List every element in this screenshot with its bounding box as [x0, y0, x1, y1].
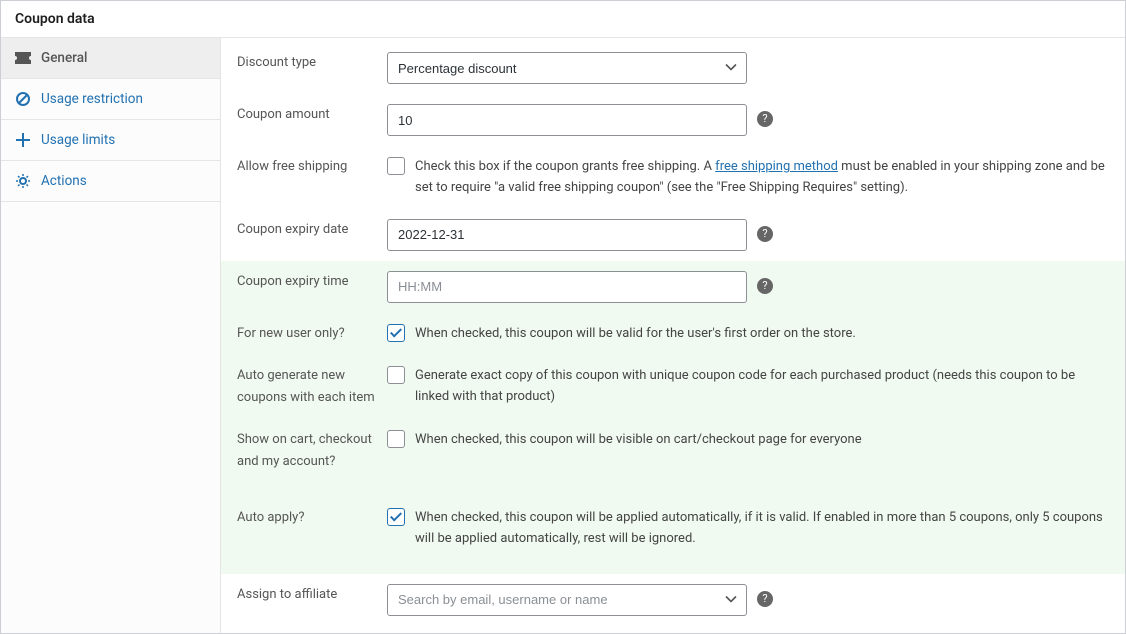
- label-expiry-time: Coupon expiry time: [237, 271, 387, 293]
- auto-apply-checkbox[interactable]: [387, 508, 405, 526]
- new-user-text: When checked, this coupon will be valid …: [415, 323, 856, 344]
- label-auto-generate: Auto generate new coupons with each item: [237, 365, 387, 409]
- field-free-shipping: Allow free shipping Check this box if th…: [221, 146, 1125, 209]
- free-shipping-checkbox[interactable]: [387, 157, 405, 175]
- show-cart-text: When checked, this coupon will be visibl…: [415, 429, 862, 450]
- label-new-user: For new user only?: [237, 323, 387, 345]
- vertical-tabs: General Usage restriction: [1, 38, 221, 633]
- label-free-shipping: Allow free shipping: [237, 156, 387, 178]
- discount-type-select[interactable]: Percentage discount: [387, 52, 747, 84]
- label-expiry-date: Coupon expiry date: [237, 219, 387, 241]
- coupon-amount-input[interactable]: [387, 104, 747, 136]
- auto-generate-checkbox[interactable]: [387, 366, 405, 384]
- adjust-icon: [15, 133, 31, 147]
- ban-icon: [15, 92, 31, 106]
- help-icon[interactable]: ?: [757, 278, 773, 294]
- label-assign-affiliate: Assign to affiliate: [237, 584, 387, 606]
- ticket-icon: [15, 52, 31, 64]
- help-icon[interactable]: ?: [757, 591, 773, 607]
- tab-label: General: [41, 50, 87, 66]
- tab-label: Actions: [41, 173, 87, 189]
- label-coupon-amount: Coupon amount: [237, 104, 387, 126]
- field-coupon-amount: Coupon amount ?: [221, 94, 1125, 146]
- field-auto-apply: Auto apply? When checked, this coupon wi…: [221, 483, 1125, 574]
- show-cart-checkbox[interactable]: [387, 430, 405, 448]
- free-shipping-text: Check this box if the coupon grants free…: [415, 156, 1107, 199]
- field-expiry-time: Coupon expiry time ?: [221, 261, 1125, 313]
- field-show-cart: Show on cart, checkout and my account? W…: [221, 419, 1125, 483]
- auto-generate-text: Generate exact copy of this coupon with …: [415, 365, 1107, 408]
- free-shipping-link[interactable]: free shipping method: [715, 159, 838, 174]
- field-assign-affiliate: Assign to affiliate Search by email, use…: [221, 574, 1125, 626]
- field-discount-type: Discount type Percentage discount: [221, 42, 1125, 94]
- field-auto-generate: Auto generate new coupons with each item…: [221, 355, 1125, 419]
- panel-body: General Usage restriction: [1, 38, 1125, 633]
- tab-general[interactable]: General: [1, 38, 220, 79]
- expiry-date-input[interactable]: [387, 219, 747, 251]
- panel-title: Coupon data: [1, 1, 1125, 38]
- help-icon[interactable]: ?: [757, 111, 773, 127]
- field-expiry-date: Coupon expiry date ?: [221, 209, 1125, 261]
- tab-content: Discount type Percentage discount Coupon…: [221, 38, 1125, 633]
- expiry-time-input[interactable]: [387, 271, 747, 303]
- help-icon[interactable]: ?: [757, 226, 773, 242]
- tab-actions[interactable]: Actions: [1, 161, 220, 202]
- coupon-data-panel: Coupon data General: [0, 0, 1126, 634]
- auto-apply-text: When checked, this coupon will be applie…: [415, 507, 1107, 550]
- new-user-checkbox[interactable]: [387, 324, 405, 342]
- tab-usage-limits[interactable]: Usage limits: [1, 120, 220, 161]
- label-discount-type: Discount type: [237, 52, 387, 74]
- label-auto-apply: Auto apply?: [237, 507, 387, 529]
- tab-label: Usage limits: [41, 132, 115, 148]
- affiliate-select[interactable]: Search by email, username or name: [387, 584, 747, 616]
- label-show-cart: Show on cart, checkout and my account?: [237, 429, 387, 473]
- tab-usage-restriction[interactable]: Usage restriction: [1, 79, 220, 120]
- tab-label: Usage restriction: [41, 91, 143, 107]
- gear-icon: [15, 174, 31, 188]
- field-new-user: For new user only? When checked, this co…: [221, 313, 1125, 355]
